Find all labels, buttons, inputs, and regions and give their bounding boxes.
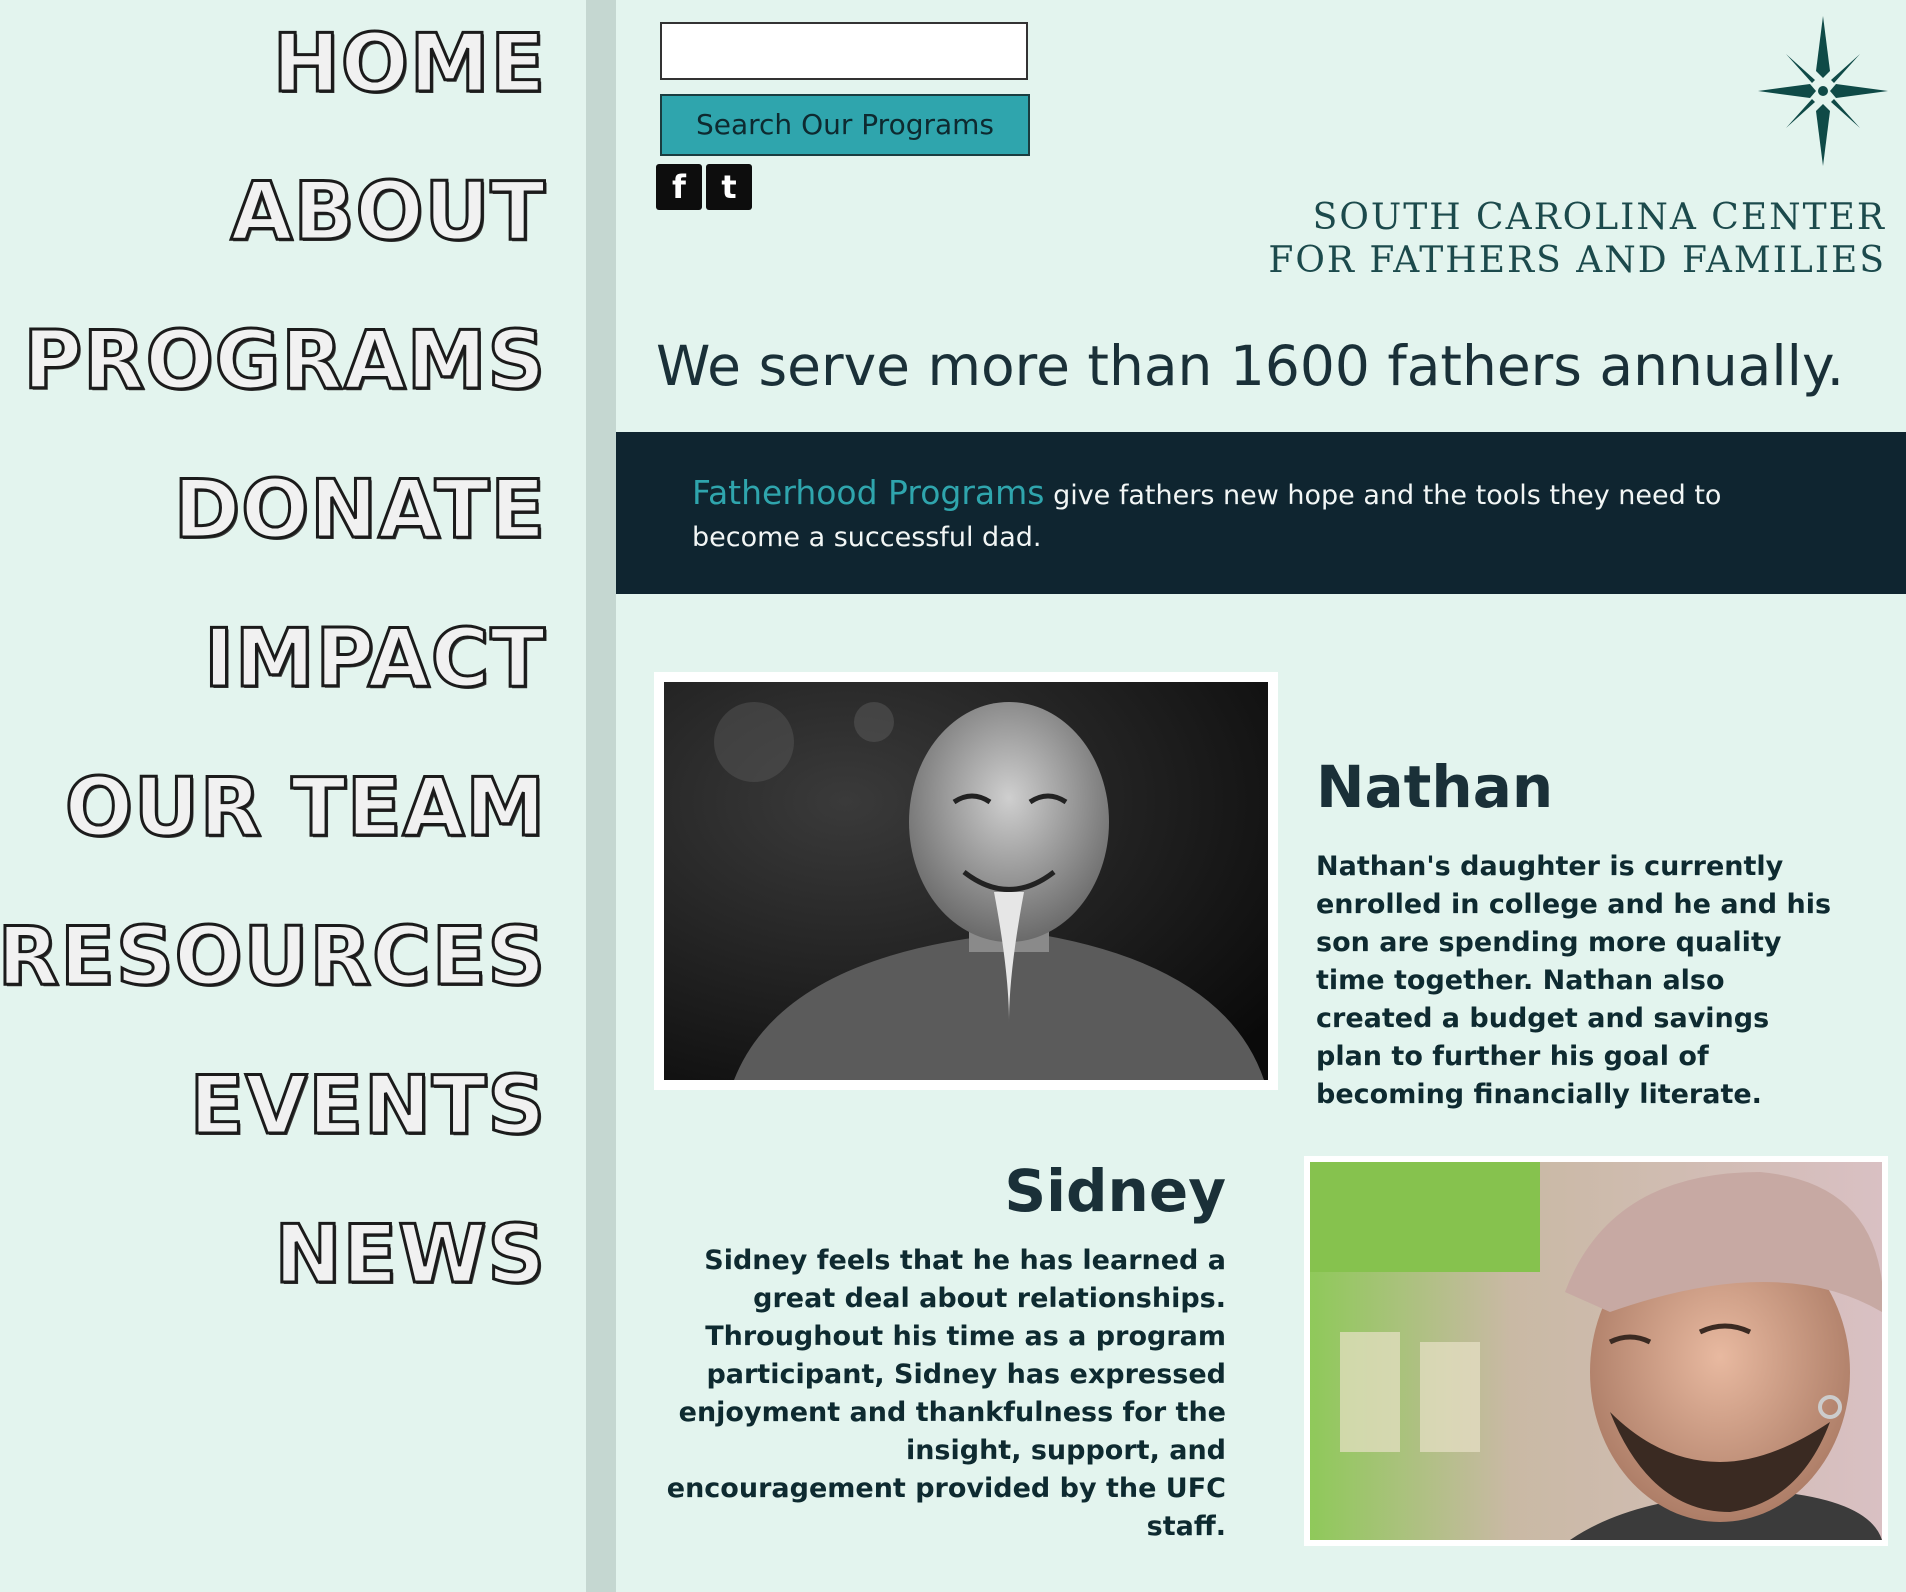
organization-name: SOUTH CAROLINA CENTER FOR FATHERS AND FA…: [1268, 196, 1886, 282]
sidney-bio: Sidney feels that he has learned a great…: [666, 1245, 1226, 1542]
nav-item-impact[interactable]: IMPACT: [203, 617, 547, 700]
nav-item-resources[interactable]: RESOURCES: [0, 915, 547, 998]
nav-item-donate[interactable]: DONATE: [172, 468, 546, 551]
search-input[interactable]: [660, 22, 1028, 80]
sidney-photo: [1304, 1156, 1888, 1546]
banner-text: Fatherhood Programs give fathers new hop…: [692, 472, 1832, 559]
nathan-name: Nathan: [1316, 753, 1554, 821]
nathan-bio: Nathan's daughter is currently enrolled …: [1316, 851, 1832, 1110]
nav-item-our-team[interactable]: OUR TEAM: [63, 766, 546, 849]
search-programs-button[interactable]: Search Our Programs: [660, 94, 1030, 156]
nathan-photo: [654, 672, 1278, 1090]
sidebar-divider: [586, 0, 616, 1592]
twitter-icon[interactable]: t: [706, 164, 752, 210]
facebook-icon[interactable]: f: [656, 164, 702, 210]
tagline: We serve more than 1600 fathers annually…: [656, 334, 1845, 398]
nav-item-home[interactable]: HOME: [271, 22, 546, 105]
sidney-portrait-image: [1310, 1162, 1882, 1540]
fatherhood-programs-link[interactable]: Fatherhood Programs: [692, 473, 1044, 512]
nav-item-programs[interactable]: PROGRAMS: [22, 319, 547, 402]
nav-item-about[interactable]: ABOUT: [229, 170, 546, 253]
org-name-line-2: FOR FATHERS AND FAMILIES: [1268, 240, 1886, 281]
nav-item-events[interactable]: EVENTS: [188, 1064, 546, 1147]
sidney-name: Sidney: [1004, 1157, 1226, 1225]
sidebar-nav: HOME ABOUT PROGRAMS DONATE IMPACT OUR TE…: [0, 0, 586, 1592]
nathan-portrait-image: [664, 682, 1268, 1080]
star-compass-icon: [1758, 16, 1888, 166]
org-name-line-1: SOUTH CAROLINA CENTER: [1312, 197, 1886, 238]
programs-banner: Fatherhood Programs give fathers new hop…: [616, 432, 1906, 594]
nav-item-news[interactable]: NEWS: [273, 1213, 546, 1296]
